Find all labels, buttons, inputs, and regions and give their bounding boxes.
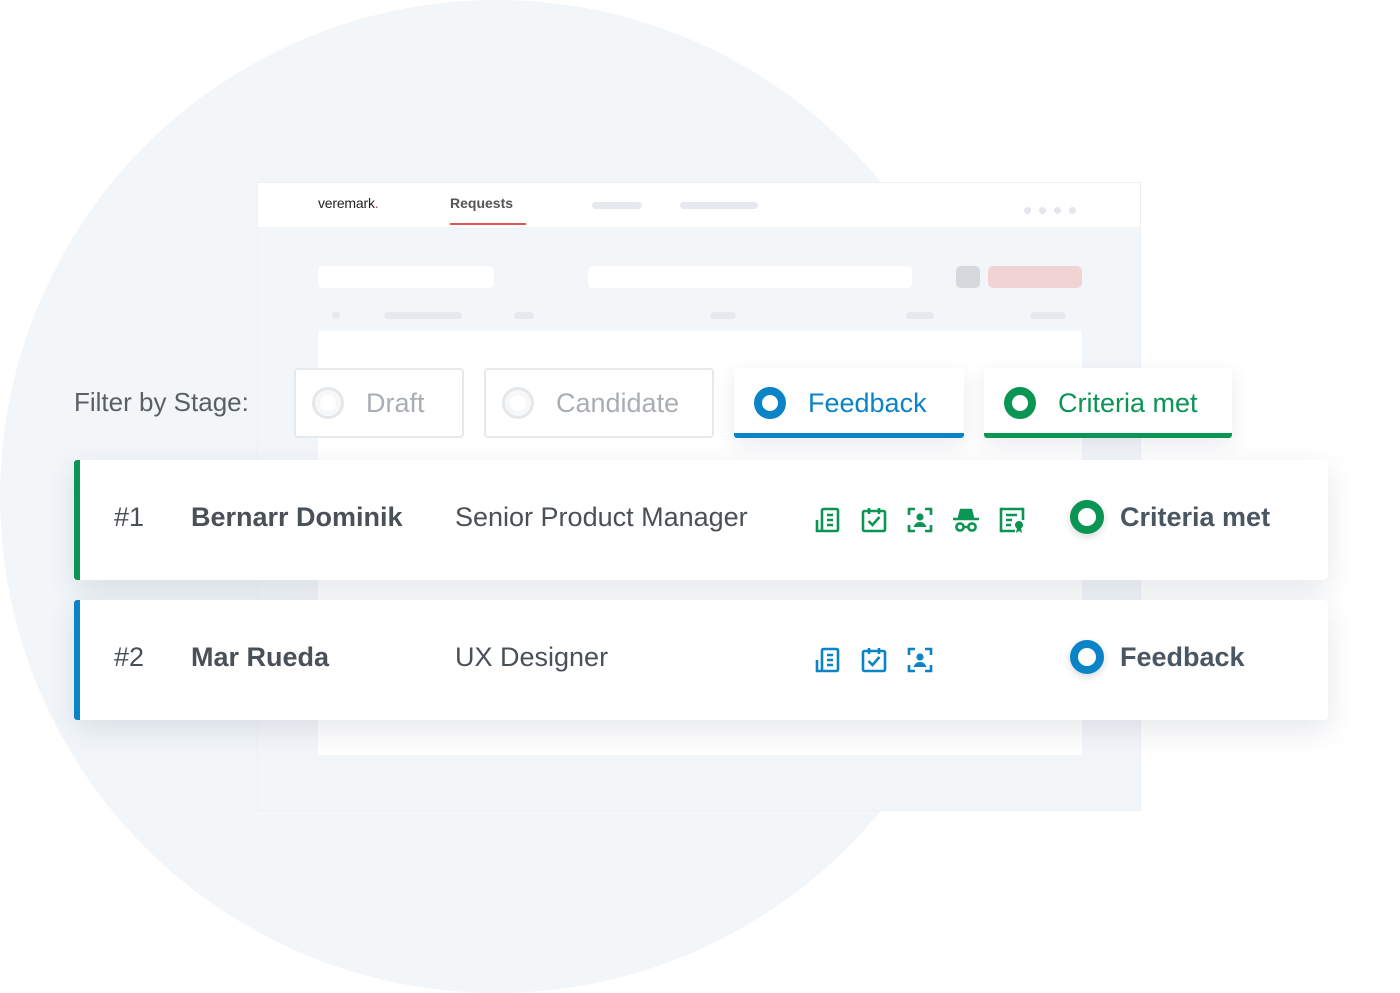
certificate-icon[interactable] — [998, 506, 1026, 534]
checklist-icon[interactable] — [860, 646, 888, 674]
column-placeholder — [332, 312, 340, 319]
request-number: #2 — [114, 642, 144, 673]
column-placeholder — [710, 312, 736, 319]
stage-status: Criteria met — [1070, 500, 1270, 534]
stage-label: Criteria met — [1120, 502, 1270, 533]
checklist-icon[interactable] — [860, 506, 888, 534]
check-icons — [814, 506, 1044, 534]
candidate-name: Bernarr Dominik — [191, 502, 403, 533]
row-status-accent — [74, 600, 80, 720]
radio-icon — [312, 387, 344, 419]
column-placeholder — [514, 312, 534, 319]
row-status-accent — [74, 460, 80, 580]
radio-icon — [502, 387, 534, 419]
stage-label: Feedback — [1120, 642, 1245, 673]
filter-chip-label: Criteria met — [1058, 388, 1198, 419]
candidate-role: Senior Product Manager — [455, 502, 748, 533]
request-row[interactable]: #1 Bernarr Dominik Senior Product Manage… — [74, 460, 1328, 580]
check-icons — [814, 646, 952, 674]
background-check-icon[interactable] — [952, 506, 980, 534]
employment-history-icon[interactable] — [814, 646, 842, 674]
radio-selected-icon — [754, 387, 786, 419]
stage-dot-icon — [1070, 640, 1104, 674]
column-placeholder — [906, 312, 934, 319]
button-placeholder — [956, 266, 980, 288]
filter-chip-label: Draft — [366, 388, 425, 419]
stage-status: Feedback — [1070, 640, 1245, 674]
field-placeholder — [588, 266, 912, 288]
column-placeholder — [384, 312, 462, 319]
identity-icon[interactable] — [906, 646, 934, 674]
column-placeholder — [1030, 312, 1066, 319]
filter-chip-label: Candidate — [556, 388, 679, 419]
filter-chip-candidate[interactable]: Candidate — [484, 368, 714, 438]
app-header: veremark. Requests — [258, 183, 1140, 227]
identity-icon[interactable] — [906, 506, 934, 534]
filter-chip-feedback[interactable]: Feedback — [734, 368, 964, 438]
filter-chip-criteria-met[interactable]: Criteria met — [984, 368, 1232, 438]
request-number: #1 — [114, 502, 144, 533]
request-row[interactable]: #2 Mar Rueda UX Designer Feedback — [74, 600, 1328, 720]
nav-placeholder — [680, 202, 758, 209]
candidate-name: Mar Rueda — [191, 642, 329, 673]
nav-placeholder — [592, 202, 642, 209]
filter-chip-draft[interactable]: Draft — [294, 368, 464, 438]
employment-history-icon[interactable] — [814, 506, 842, 534]
filter-label: Filter by Stage: — [74, 387, 249, 418]
candidate-role: UX Designer — [455, 642, 608, 673]
search-placeholder — [318, 266, 494, 288]
stage-dot-icon — [1070, 500, 1104, 534]
tab-requests[interactable]: Requests — [450, 195, 513, 211]
active-tab-indicator — [450, 223, 526, 225]
selected-indicator — [984, 433, 1232, 438]
radio-selected-icon — [1004, 387, 1036, 419]
brand-logo: veremark. — [318, 195, 378, 211]
filter-chip-label: Feedback — [808, 388, 927, 419]
window-menu-dots[interactable] — [1024, 201, 1084, 219]
selected-indicator — [734, 433, 964, 438]
button-placeholder — [988, 266, 1082, 288]
